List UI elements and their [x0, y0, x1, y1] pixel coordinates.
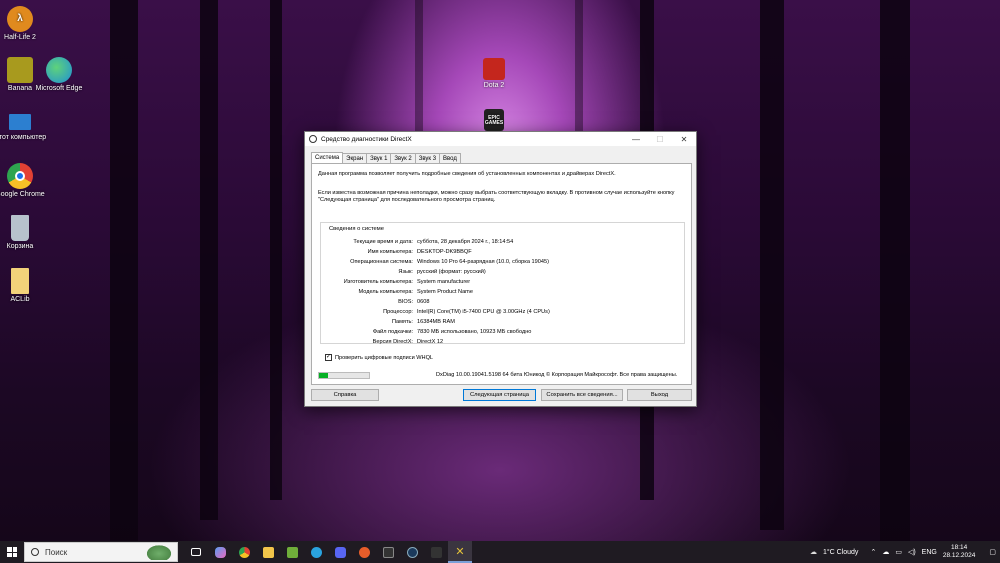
info-row: Модель компьютера: System Product Name	[358, 289, 473, 295]
recycle-bin-icon	[11, 215, 29, 241]
copilot-icon[interactable]	[208, 541, 232, 563]
dark-app-icon[interactable]	[424, 541, 448, 563]
progress-fill	[319, 373, 328, 378]
desktop-icon-edge[interactable]: Microsoft Edge	[29, 57, 89, 93]
taskbar-apps: ✕	[184, 541, 472, 563]
whql-checkbox[interactable]: ✓	[325, 354, 332, 361]
tab-system[interactable]: Система	[311, 152, 344, 163]
search-box[interactable]: Поиск	[24, 542, 178, 562]
discord-icon[interactable]	[328, 541, 352, 563]
info-row: Процессор: Intel(R) Core(TM) i5-7400 CPU …	[383, 309, 550, 315]
desktop-icon-epic[interactable]: EPIC GAMES	[464, 109, 524, 133]
system-tray: ☁ 1°C Cloudy ⌃ ☁ ▭ ◁) ENG 18:14 28.12.20…	[810, 541, 1000, 563]
file-icon	[11, 268, 29, 294]
group-title: Сведения о системе	[329, 226, 384, 232]
info-row: Изготовитель компьютера: System manufactu…	[343, 279, 471, 285]
task-view-icon[interactable]	[184, 541, 208, 563]
info-row: BIOS: 0608	[398, 299, 430, 305]
language-indicator[interactable]: ENG	[922, 549, 937, 556]
desktop-icon-label: Корзина	[6, 243, 34, 250]
system-info-group: Сведения о системе Текущие время и дата:…	[320, 222, 685, 345]
intro-hint-text: Если известна возможная причина неполадк…	[318, 190, 675, 203]
app-orange-icon[interactable]	[352, 541, 376, 563]
desktop-icon-chrome[interactable]: Google Chrome	[0, 163, 50, 199]
info-row: Имя компьютера: DESKTOP-DK9BBQF	[367, 249, 472, 255]
telegram-icon[interactable]	[304, 541, 328, 563]
tab-sound-3[interactable]: Звук 3	[414, 153, 441, 163]
clock-date: 28.12.2024	[942, 552, 976, 559]
dxdiag-icon	[309, 135, 317, 143]
clock[interactable]: 18:14 28.12.2024	[943, 544, 976, 560]
tab-input[interactable]: Ввод	[439, 153, 461, 163]
close-icon[interactable]: ✕	[672, 132, 696, 146]
turtle-icon	[145, 544, 173, 560]
weather-icon[interactable]: ☁	[810, 548, 817, 556]
info-row: Язык: русский (формат: русский)	[398, 269, 486, 275]
copyright-note: DxDiag 10.00.19041.5198 64 бита Юникод ©…	[436, 372, 678, 378]
next-page-button[interactable]: Следующая страница	[463, 389, 536, 401]
info-row: Память: 16384MB RAM	[391, 319, 455, 325]
clock-time: 18:14	[950, 544, 968, 551]
intro-text: Данная программа позволяет получить подр…	[318, 171, 616, 177]
chrome-icon	[7, 163, 33, 189]
info-row: Файл подкачки: 7830 МБ использовано, 1092…	[372, 329, 532, 335]
edge-icon	[46, 57, 72, 83]
desktop-icon-recycle-bin[interactable]: Корзина	[0, 215, 50, 251]
exit-button[interactable]: Выход	[627, 389, 692, 401]
taskbar: Поиск ✕ ☁ 1°C Cloudy ⌃ ☁ ▭ ◁) ENG 18:14 …	[0, 541, 1000, 563]
directx-icon[interactable]: ✕	[448, 541, 472, 563]
desktop-icon-aclib[interactable]: ACLib	[0, 268, 50, 304]
half-life-icon: λ	[7, 6, 33, 32]
window-title: Средство диагностики DirectX	[321, 135, 412, 143]
info-row: Версия DirectX: DirectX 12	[372, 339, 444, 345]
cloud-icon[interactable]: ☁	[882, 548, 889, 556]
minecraft-icon[interactable]	[280, 541, 304, 563]
epic-games-icon[interactable]	[376, 541, 400, 563]
chrome-icon[interactable]	[232, 541, 256, 563]
desktop-icon-half-life[interactable]: λ Half-Life 2	[0, 6, 50, 42]
desktop-icon-label: Half-Life 2	[4, 34, 36, 41]
network-icon[interactable]: ▭	[895, 548, 902, 556]
desktop-icon-label: Этот компьютер	[0, 134, 47, 141]
desktop-icon-dota[interactable]: Dota 2	[464, 58, 524, 90]
progress-bar	[318, 372, 370, 379]
windows-icon	[7, 547, 17, 557]
whql-label: Проверить цифровые подписи WHQL	[335, 354, 434, 361]
save-all-button[interactable]: Сохранить все сведения...	[541, 389, 623, 401]
minimize-icon[interactable]: —	[624, 132, 648, 146]
whql-checkbox-row[interactable]: ✓ Проверить цифровые подписи WHQL	[325, 354, 433, 361]
system-panel: Данная программа позволяет получить подр…	[311, 163, 692, 385]
weather-text[interactable]: 1°C Cloudy	[823, 549, 858, 556]
tab-bar: Система Экран Звук 1 Звук 2 Звук 3 Ввод	[311, 152, 461, 163]
search-placeholder: Поиск	[45, 547, 68, 557]
help-button[interactable]: Справка	[311, 389, 379, 401]
maximize-icon[interactable]: ☐	[648, 132, 672, 146]
desktop-icon-computer[interactable]: Этот компьютер	[0, 110, 50, 142]
chevron-up-icon[interactable]: ⌃	[870, 548, 876, 556]
tab-display[interactable]: Экран	[342, 153, 368, 163]
desktop-icon-label: Google Chrome	[0, 191, 45, 198]
tab-sound-2[interactable]: Звук 2	[390, 153, 416, 163]
dxdiag-window: Средство диагностики DirectX — ☐ ✕ Систе…	[304, 131, 697, 407]
info-row: Текущие время и дата: суббота, 28 декабря…	[353, 239, 514, 245]
tab-sound-1[interactable]: Звук 1	[366, 153, 392, 163]
file-explorer-icon[interactable]	[256, 541, 280, 563]
computer-icon	[9, 114, 31, 130]
info-row: Операционная система: Windows 10 Pro 64-р…	[350, 259, 549, 265]
desktop-icon-label: ACLib	[10, 296, 30, 303]
notification-icon[interactable]: ▢	[989, 548, 996, 556]
start-button[interactable]	[0, 541, 24, 563]
search-icon	[31, 548, 39, 556]
desktop-icon-label: Dota 2	[483, 82, 505, 89]
volume-icon[interactable]: ◁)	[908, 548, 916, 556]
steam-icon[interactable]	[400, 541, 424, 563]
epic-games-icon: EPIC GAMES	[484, 109, 504, 131]
desktop-icon-label: Microsoft Edge	[35, 85, 83, 92]
window-titlebar[interactable]: Средство диагностики DirectX — ☐ ✕	[305, 132, 696, 146]
dota-icon	[483, 58, 505, 80]
